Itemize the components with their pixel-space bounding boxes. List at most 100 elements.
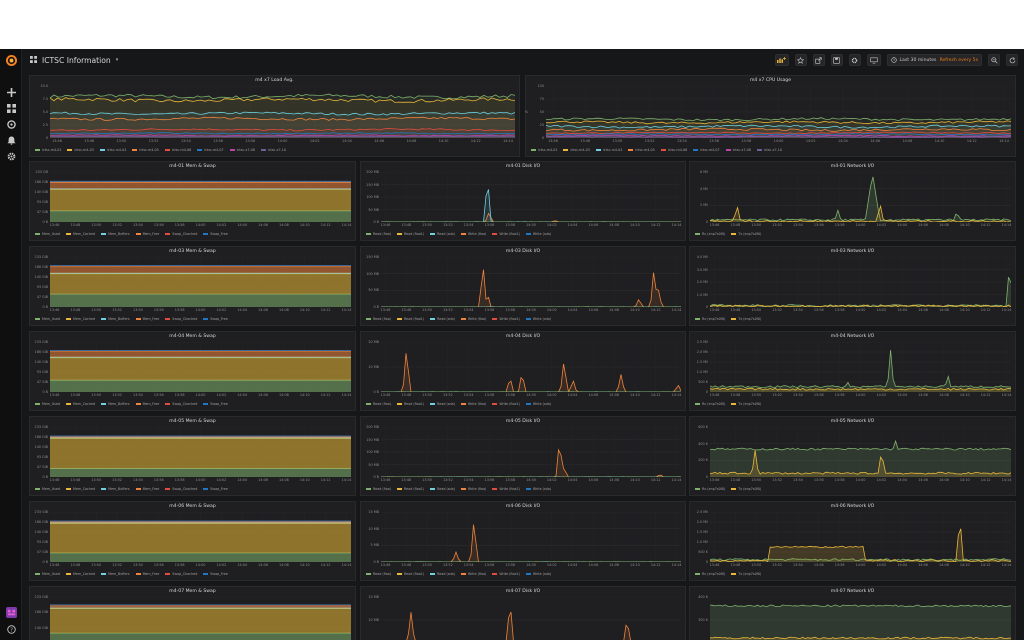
plus-icon[interactable] (4, 85, 18, 99)
time-picker[interactable]: Last 30 minutes Refresh every 5s (886, 54, 982, 66)
legend-item[interactable]: ictsc-m4-05 (132, 147, 159, 153)
panel-mem04[interactable]: m4-04 Mem & Swap 233 GiB 186 GiB 140 GiB 93 … (29, 331, 356, 411)
help-icon[interactable]: ? (4, 622, 18, 636)
legend-item[interactable]: Write (sda) (525, 316, 551, 322)
legend-item[interactable]: Rx (enp7s0f0) (695, 401, 725, 407)
panel-title[interactable]: m4-06 Disk I/O (361, 504, 685, 509)
panel-mem05[interactable]: m4-05 Mem & Swap 233 GiB 186 GiB 140 GiB 93 … (29, 416, 356, 496)
legend-item[interactable]: Tx (enp7s0f0) (731, 486, 761, 492)
legend-item[interactable]: Tx (enp7s0f0) (731, 316, 761, 322)
star-button[interactable] (794, 54, 807, 66)
gear-icon[interactable] (4, 149, 18, 163)
legend-item[interactable]: Swap_Chached (165, 231, 197, 237)
panel-title[interactable]: m4-06 Network I/O (690, 504, 1015, 509)
legend-item[interactable]: Mem_Cached (66, 401, 95, 407)
explore-icon[interactable] (4, 117, 18, 131)
legend-item[interactable]: Write (fioa) (460, 316, 486, 322)
legend-item[interactable]: Mem_Buffers (101, 486, 130, 492)
legend-item[interactable]: Mem_Buffers (101, 231, 130, 237)
dashboard-picker[interactable]: ICTSC Information ▾ (30, 54, 118, 66)
panel-disk07[interactable]: m4-07 Disk I/O15 MB10 MB5 MB (360, 586, 686, 640)
legend-item[interactable]: Tx (enp7s0f0) (731, 231, 761, 237)
panel-title[interactable]: m4-07 Disk I/O (361, 589, 685, 594)
legend-item[interactable]: Tx (enp7s0f0) (731, 401, 761, 407)
legend-item[interactable]: Read (fioa) (366, 231, 391, 237)
legend-item[interactable]: Rx (enp7s0f0) (695, 571, 725, 577)
panel-disk06[interactable]: m4-06 Disk I/O 15 MB 10 MB 5 MB 0 B 13:46 13:4… (360, 501, 686, 581)
legend-item[interactable]: Swap_Chached (165, 401, 197, 407)
legend-item[interactable]: Swap_Chached (165, 316, 197, 322)
legend-item[interactable]: Mem_Buffers (101, 401, 130, 407)
legend-item[interactable]: Write (sda) (525, 486, 551, 492)
legend-item[interactable]: Mem_Free (135, 231, 159, 237)
legend-item[interactable]: Read (sda) (430, 401, 455, 407)
refresh-button[interactable] (1006, 54, 1018, 66)
legend-item[interactable]: Mem_Free (135, 486, 159, 492)
panel-title[interactable]: m4-06 Mem & Swap (30, 504, 355, 509)
legend-item[interactable]: Swap_Free (203, 231, 228, 237)
zoom-out-button[interactable] (988, 54, 1000, 66)
add-panel-button[interactable] (774, 54, 789, 66)
legend-item[interactable]: ictsc-m4-04 (99, 147, 126, 153)
legend-item[interactable]: Mem_Used (35, 571, 60, 577)
settings-button[interactable] (848, 54, 861, 66)
panel-disk04[interactable]: m4-04 Disk I/O 20 MB 10 MB 0 B 13:46 13:48 13:… (360, 331, 686, 411)
panel-title[interactable]: m4-01 Network I/O (690, 164, 1015, 169)
legend-item[interactable]: ictsc-m4-04 (595, 147, 622, 153)
legend-item[interactable]: Swap_Chached (165, 571, 197, 577)
legend-item[interactable]: Mem_Cached (66, 486, 95, 492)
legend-item[interactable]: Rx (enp7s0f0) (695, 316, 725, 322)
legend-item[interactable]: ictsc-m4-03 (563, 147, 590, 153)
panel-title[interactable]: m4-04 Network I/O (690, 334, 1015, 339)
legend-item[interactable]: Mem_Buffers (101, 571, 130, 577)
panel-net06[interactable]: m4-06 Network I/O 2.5 Mil 2.0 Mil 1.5 Mil 1.… (689, 501, 1016, 581)
panel-disk05[interactable]: m4-05 Disk I/O 200 MB 150 MB 100 MB 50 MB 0 B… (360, 416, 686, 496)
legend-item[interactable]: Read (fioa1) (397, 231, 424, 237)
panel-title[interactable]: m4-01 Disk I/O (361, 164, 685, 169)
legend-item[interactable]: ictsc-m4-01 (35, 147, 61, 153)
legend-item[interactable]: Mem_Buffers (101, 316, 130, 322)
panel-mem01[interactable]: m4-01 Mem & Swap 233 GB 186 GiB 140 GiB 93 G… (29, 161, 356, 241)
legend-item[interactable]: Mem_Cached (66, 231, 95, 237)
legend-item[interactable]: Read (fioa1) (397, 486, 424, 492)
legend-item[interactable]: ictsc-m4-06 (660, 147, 687, 153)
panel-cpu[interactable]: m4 x7 CPU Usage 100 75 50 25 0% 13:46 13:48 13:5… (525, 75, 1016, 157)
legend-item[interactable]: Swap_Free (203, 401, 228, 407)
legend-item[interactable]: Read (sda) (430, 571, 455, 577)
panel-disk03[interactable]: m4-03 Disk I/O 150 MB 100 MB 50 MB 0 B 13:46 1… (360, 246, 686, 326)
legend-item[interactable]: Swap_Free (203, 486, 228, 492)
legend-item[interactable]: ictsc-x7-08 (229, 147, 255, 153)
panel-title[interactable]: m4-05 Network I/O (690, 419, 1015, 424)
legend-item[interactable]: Mem_Used (35, 316, 60, 322)
panel-net03[interactable]: m4-03 Network I/O 4.0 Mil 3.0 Mil 2.0 Mil 1.… (689, 246, 1016, 326)
legend-item[interactable]: Write (sda) (525, 571, 551, 577)
panel-title[interactable]: m4-05 Disk I/O (361, 419, 685, 424)
legend-item[interactable]: Mem_Free (135, 316, 159, 322)
panel-title[interactable]: m4 x7 CPU Usage (526, 78, 1015, 83)
tv-mode-button[interactable] (866, 54, 881, 66)
legend-item[interactable]: ictsc-m4-07 (197, 147, 224, 153)
legend-item[interactable]: Swap_Chached (165, 486, 197, 492)
legend-item[interactable]: Read (sda) (430, 316, 455, 322)
panel-mem07[interactable]: m4-07 Mem & Swap233 GiB186 GiB140 GiB93 … (29, 586, 356, 640)
legend-item[interactable]: ictsc-m4-03 (67, 147, 94, 153)
legend-item[interactable]: Read (fioa1) (397, 316, 424, 322)
panel-title[interactable]: m4-04 Disk I/O (361, 334, 685, 339)
alerts-icon[interactable] (4, 133, 18, 147)
panel-mem03[interactable]: m4-03 Mem & Swap 233 GiB 186 GiB 140 GiB 93 … (29, 246, 356, 326)
legend-item[interactable]: Mem_Used (35, 486, 60, 492)
legend-item[interactable]: ictsc-m4-06 (164, 147, 191, 153)
legend-item[interactable]: Read (fioa1) (397, 401, 424, 407)
legend-item[interactable]: Read (fioa) (366, 486, 391, 492)
legend-item[interactable]: Rx (enp7s0f0) (695, 231, 725, 237)
legend-item[interactable]: Write (fioa) (460, 401, 486, 407)
legend-item[interactable]: Mem_Used (35, 231, 60, 237)
legend-item[interactable]: Write (sda) (525, 401, 551, 407)
legend-item[interactable]: Write (fioa) (460, 486, 486, 492)
legend-item[interactable]: Write (fioa1) (492, 316, 520, 322)
legend-item[interactable]: Read (fioa) (366, 571, 391, 577)
panel-title[interactable]: m4-03 Mem & Swap (30, 249, 355, 254)
panel-title[interactable]: m4-01 Mem & Swap (30, 164, 355, 169)
panel-title[interactable]: m4-07 Mem & Swap (30, 589, 355, 594)
legend-item[interactable]: Write (sda) (525, 231, 551, 237)
